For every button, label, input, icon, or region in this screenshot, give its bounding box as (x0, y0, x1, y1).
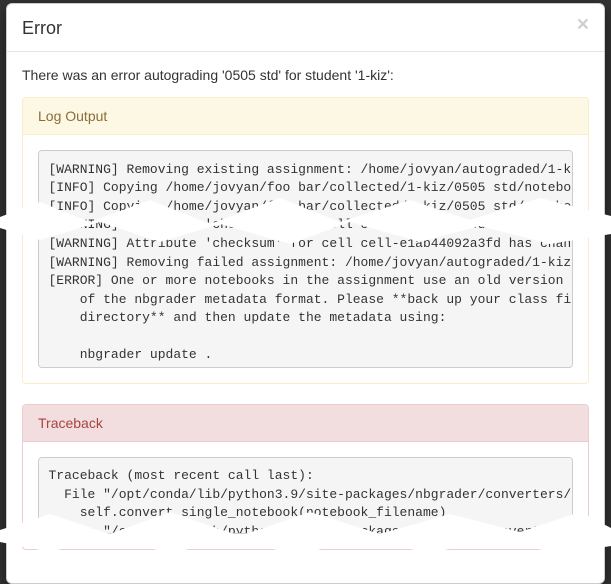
error-modal: Error × There was an error autograding '… (6, 3, 605, 584)
modal-header: Error × (7, 4, 604, 52)
modal-body: There was an error autograding '0505 std… (7, 52, 604, 583)
log-output-heading: Log Output (23, 98, 588, 135)
log-output-panel: Log Output [WARNING] Removing existing a… (22, 97, 589, 384)
traceback-body: Traceback (most recent call last): File … (23, 442, 588, 550)
traceback-panel: Traceback Traceback (most recent call la… (22, 404, 589, 551)
modal-title: Error (22, 16, 577, 41)
close-button[interactable]: × (577, 14, 589, 35)
log-output-body: [WARNING] Removing existing assignment: … (23, 135, 588, 383)
log-output-pre[interactable]: [WARNING] Removing existing assignment: … (38, 150, 573, 368)
traceback-heading: Traceback (23, 405, 588, 442)
traceback-pre[interactable]: Traceback (most recent call last): File … (38, 457, 573, 535)
error-intro-text: There was an error autograding '0505 std… (22, 67, 589, 83)
